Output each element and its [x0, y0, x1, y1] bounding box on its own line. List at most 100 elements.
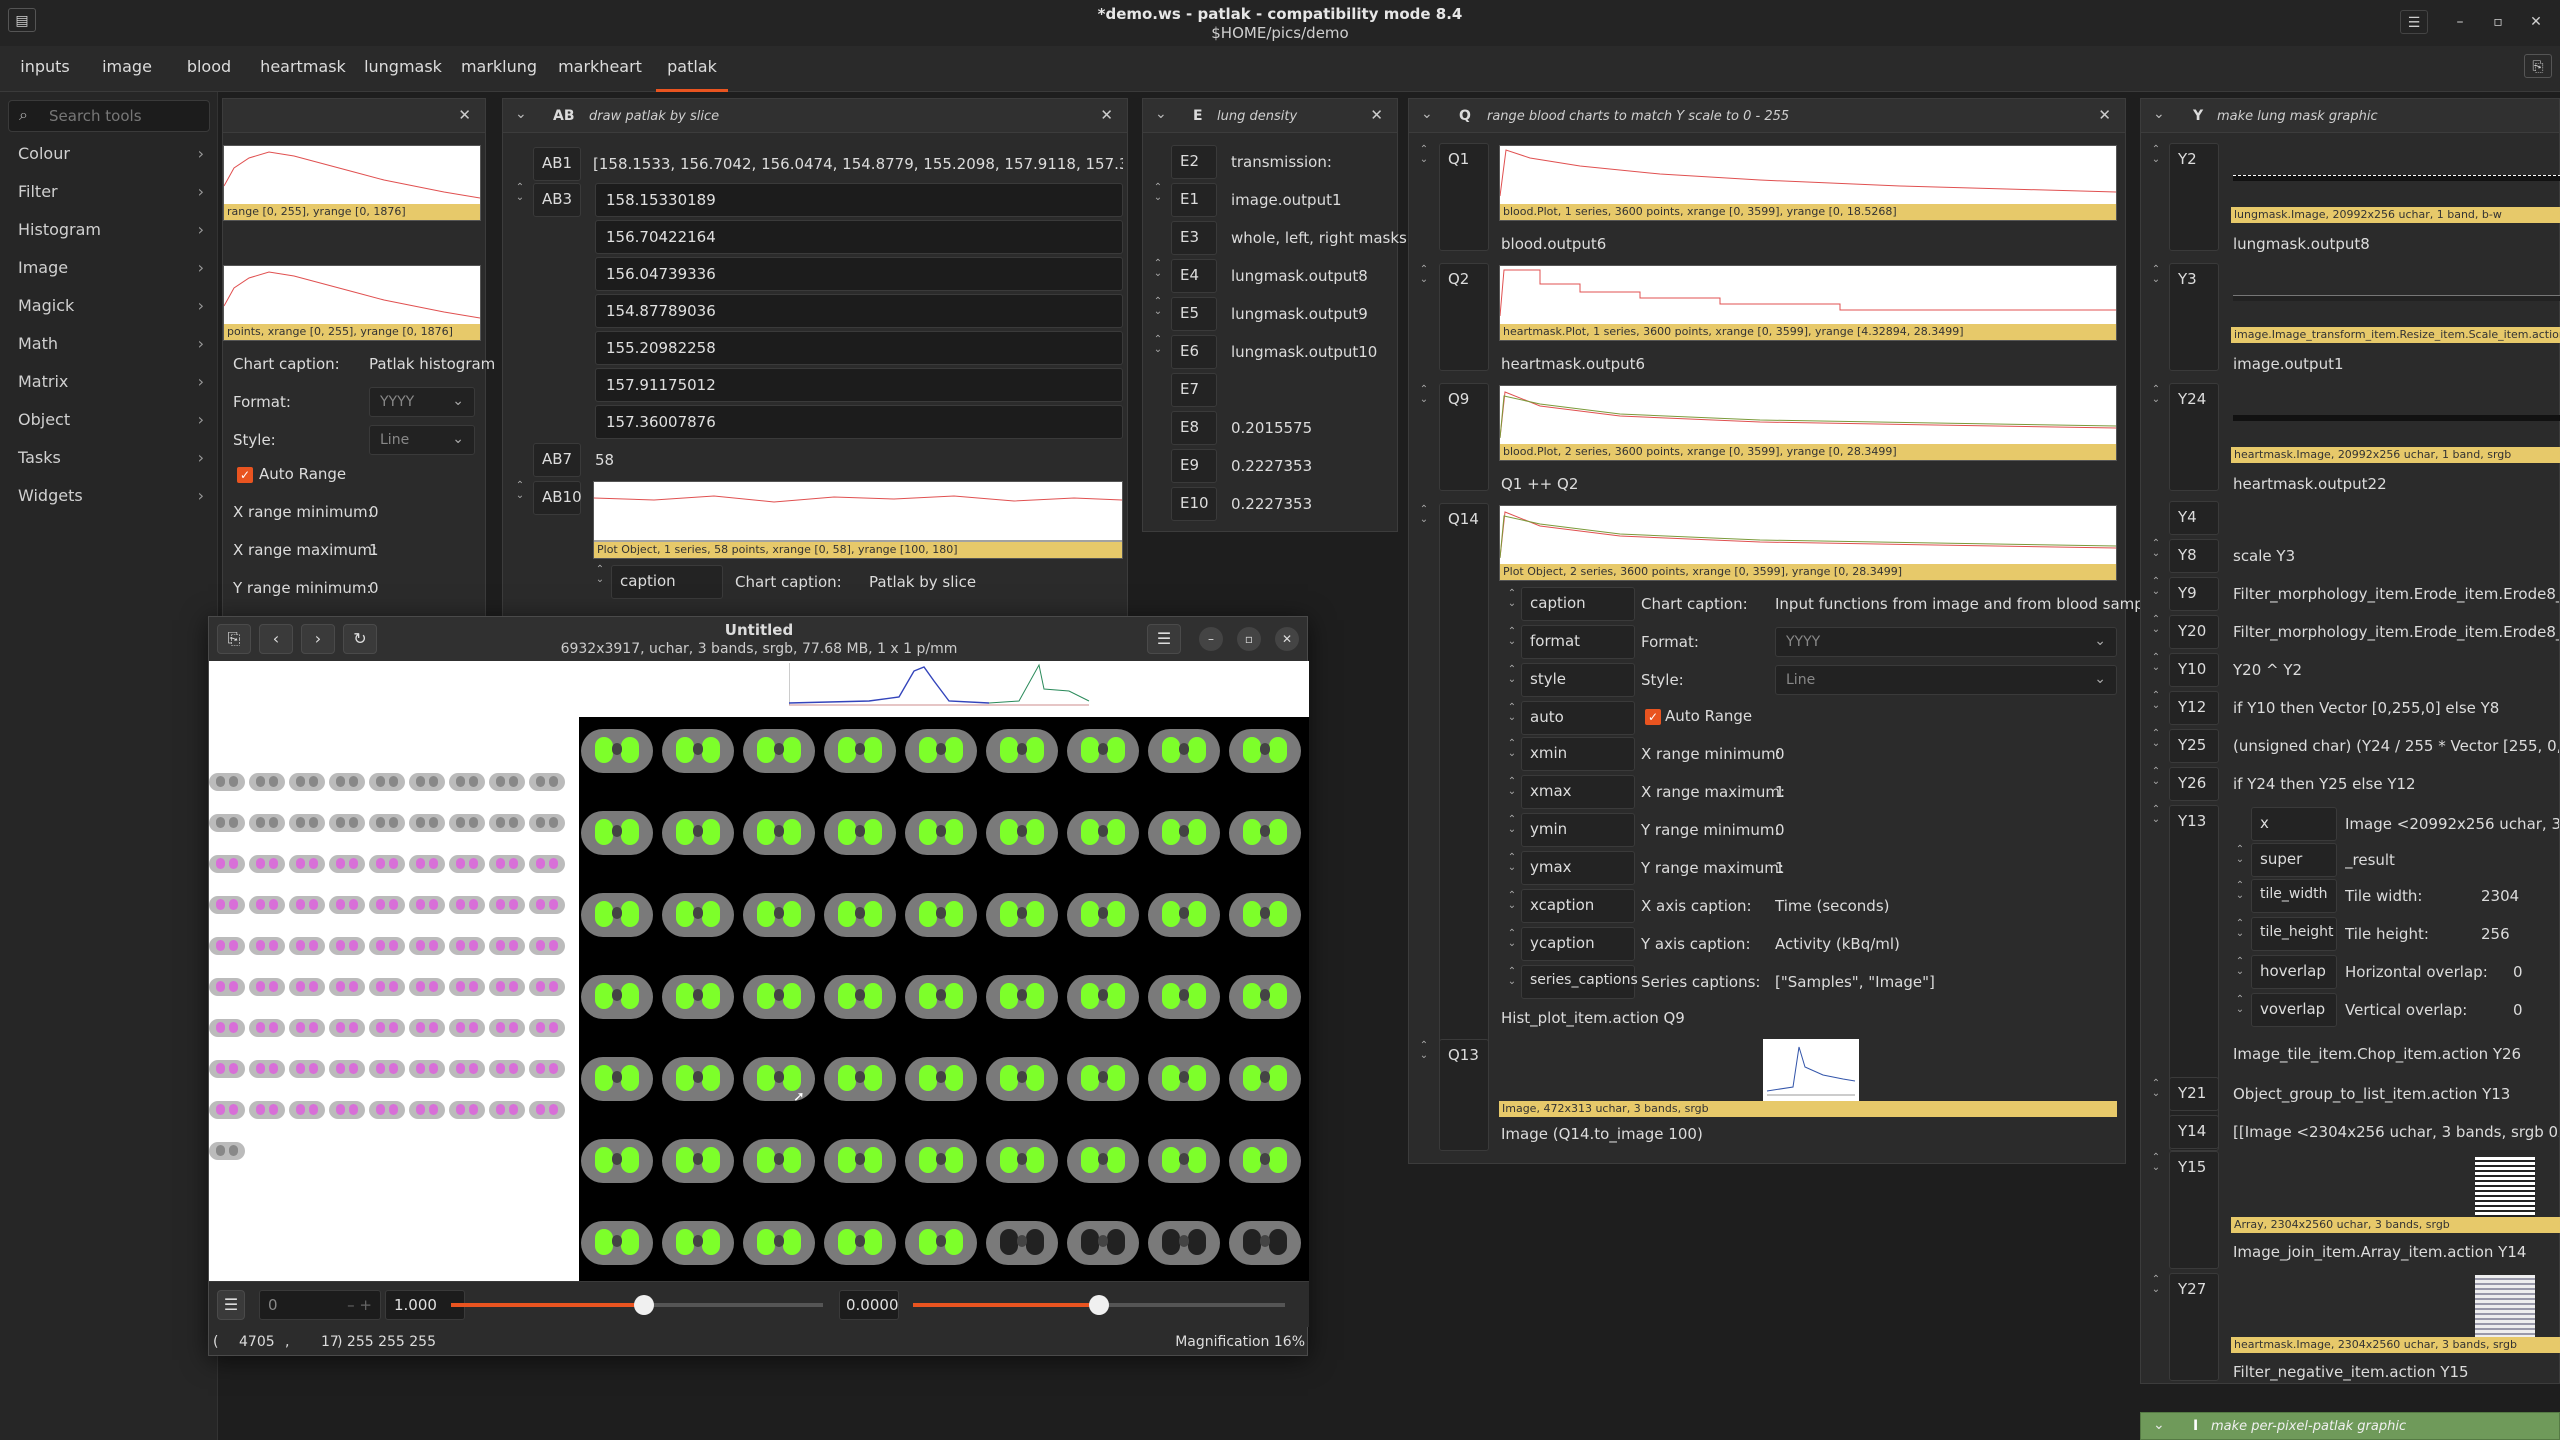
row-e2[interactable]: E2 — [1171, 145, 1217, 179]
close-icon[interactable]: ✕ — [1370, 106, 1383, 124]
row-y27[interactable]: Y27 — [2169, 1273, 2219, 1381]
column-caption[interactable]: range blood charts to match Y scale to 0… — [1487, 109, 1789, 124]
row-y20[interactable]: Y20 — [2169, 615, 2219, 649]
maximize-icon[interactable]: ▫ — [2484, 10, 2512, 34]
ab3-value-6[interactable]: 157.36007876 — [595, 405, 1123, 439]
close-icon[interactable]: ✕ — [2098, 106, 2111, 124]
row-q9[interactable]: Q9 — [1439, 383, 1489, 491]
row-y2[interactable]: Y2 — [2169, 143, 2219, 251]
column-caption[interactable]: make lung mask graphic — [2217, 109, 2378, 124]
xmax-value[interactable]: 1 — [1775, 783, 1785, 801]
y27-thumbnail[interactable] — [2475, 1275, 2535, 1337]
row-y8[interactable]: Y8 — [2169, 539, 2219, 573]
sidebar-item-filter[interactable]: Filter › — [0, 174, 218, 212]
caption-button[interactable]: caption — [611, 565, 723, 599]
row-y26[interactable]: Y26 — [2169, 767, 2219, 801]
row-y10[interactable]: Y10 — [2169, 653, 2219, 687]
row-e6[interactable]: E6 — [1171, 335, 1217, 369]
auto-button[interactable]: auto — [1521, 701, 1635, 735]
updown-icon[interactable]: ⌃ ⌄ — [1505, 739, 1519, 759]
updown-icon[interactable]: ⌃ ⌄ — [2149, 385, 2163, 405]
ab3-value-2[interactable]: 156.04739336 — [595, 257, 1123, 291]
updown-icon[interactable]: ⌃ ⌄ — [2233, 995, 2247, 1015]
row-y14[interactable]: Y14 — [2169, 1115, 2219, 1149]
ab3-value-5[interactable]: 157.91175012 — [595, 368, 1123, 402]
column-i[interactable]: ⌄ I make per-pixel-patlak graphic — [2140, 1412, 2560, 1440]
histogram-plot-2[interactable]: points, xrange [0, 255], yrange [0, 1876… — [223, 265, 481, 341]
ymin-value[interactable]: 0 — [369, 579, 379, 597]
tile-height-button[interactable]: tile_height — [2251, 917, 2337, 951]
chevron-down-icon[interactable]: ⌄ — [2153, 1417, 2165, 1433]
hamburger-icon[interactable]: ☰ — [1147, 624, 1181, 654]
y24-thumbnail[interactable] — [2233, 415, 2560, 421]
super-button[interactable]: super — [2251, 843, 2337, 877]
sidebar-item-colour[interactable]: Colour › — [0, 136, 218, 174]
xcaption-value[interactable]: Time (seconds) — [1775, 897, 1890, 915]
updown-icon[interactable]: ⌃ ⌄ — [1505, 777, 1519, 797]
hoverlap-value[interactable]: 0 — [2513, 963, 2523, 981]
chevron-down-icon[interactable]: ⌄ — [515, 106, 527, 122]
row-y15[interactable]: Y15 — [2169, 1151, 2219, 1269]
format-button[interactable]: format — [1521, 625, 1635, 659]
search-input[interactable]: Search tools — [49, 107, 142, 125]
row-e7[interactable]: E7 — [1171, 373, 1217, 407]
ab3-value-4[interactable]: 155.20982258 — [595, 331, 1123, 365]
close-icon[interactable]: ✕ — [1100, 106, 1113, 124]
series-captions-button[interactable]: series_captions — [1521, 965, 1638, 999]
x-button[interactable]: x — [2251, 807, 2337, 841]
format-select[interactable]: YYYY ⌄ — [1775, 627, 2117, 657]
chart-caption-value[interactable]: Patlak by slice — [869, 573, 976, 591]
minimize-icon[interactable]: – — [1199, 627, 1223, 651]
updown-icon[interactable]: ⌃ ⌄ — [2149, 1079, 2163, 1099]
close-icon[interactable]: ✕ — [458, 106, 471, 124]
updown-icon[interactable]: ⌃ ⌄ — [2149, 615, 2163, 635]
image-canvas[interactable]: ➚ — [209, 661, 1309, 1281]
q14-plot[interactable]: Plot Object, 2 series, 3600 points, xran… — [1499, 505, 2117, 581]
y15-thumbnail[interactable] — [2475, 1157, 2535, 1217]
tile-height-value[interactable]: 256 — [2481, 925, 2510, 943]
tab-image[interactable]: image — [96, 46, 158, 92]
voverlap-value[interactable]: 0 — [2513, 1001, 2523, 1019]
row-y25[interactable]: Y25 — [2169, 729, 2219, 763]
row-y21[interactable]: Y21 — [2169, 1077, 2219, 1111]
row-y3[interactable]: Y3 — [2169, 263, 2219, 371]
xcaption-button[interactable]: xcaption — [1521, 889, 1635, 923]
save-icon[interactable]: ⎘ — [2524, 54, 2552, 78]
updown-icon[interactable]: ⌃ ⌄ — [1505, 891, 1519, 911]
row-e4[interactable]: E4 — [1171, 259, 1217, 293]
page-field[interactable]: 0– + — [259, 1290, 381, 1320]
updown-icon[interactable]: ⌃ ⌄ — [1151, 297, 1165, 317]
scale-slider[interactable] — [451, 1295, 823, 1315]
histogram-plot[interactable]: range [0, 255], yrange [0, 1876] — [223, 145, 481, 221]
updown-icon[interactable]: ⌃ ⌄ — [513, 481, 527, 501]
updown-icon[interactable]: ⌃ ⌄ — [593, 565, 607, 585]
xmin-value[interactable]: 0 — [369, 503, 379, 521]
q2-plot[interactable]: heartmask.Plot, 1 series, 3600 points, x… — [1499, 265, 2117, 341]
chart-caption-value[interactable]: Input functions from image and from bloo… — [1775, 595, 2165, 613]
style-select[interactable]: Line ⌄ — [369, 425, 475, 455]
chart-caption-value[interactable]: Patlak histogram — [369, 355, 495, 373]
auto-range-checkbox[interactable]: ✓ — [237, 467, 253, 483]
updown-icon[interactable]: ⌃ ⌄ — [2149, 1153, 2163, 1173]
row-ab7[interactable]: AB7 — [533, 443, 581, 477]
y2-thumbnail[interactable] — [2233, 175, 2560, 181]
row-q2[interactable]: Q2 — [1439, 263, 1489, 371]
updown-icon[interactable]: ⌃ ⌄ — [1505, 929, 1519, 949]
tab-inputs[interactable]: inputs — [14, 46, 76, 92]
ab3-value-3[interactable]: 154.87789036 — [595, 294, 1123, 328]
offset-slider-knob[interactable] — [1089, 1295, 1109, 1315]
tile-width-value[interactable]: 2304 — [2481, 887, 2519, 905]
updown-icon[interactable]: ⌃ ⌄ — [1151, 183, 1165, 203]
q1-plot[interactable]: blood.Plot, 1 series, 3600 points, xrang… — [1499, 145, 2117, 221]
offset-field[interactable]: 0.0000 — [839, 1290, 899, 1320]
row-e5[interactable]: E5 — [1171, 297, 1217, 331]
xmin-value[interactable]: 0 — [1775, 745, 1785, 763]
tile-width-button[interactable]: tile_width — [2251, 879, 2337, 913]
ymin-value[interactable]: 0 — [1775, 821, 1785, 839]
voverlap-button[interactable]: voverlap — [2251, 993, 2337, 1027]
ymax-button[interactable]: ymax — [1521, 851, 1635, 885]
chevron-down-icon[interactable]: ⌄ — [1421, 106, 1433, 122]
updown-icon[interactable]: ⌃ ⌄ — [2149, 145, 2163, 165]
chevron-down-icon[interactable]: ⌄ — [1155, 106, 1167, 122]
patlak-slice-plot[interactable]: Plot Object, 1 series, 58 points, xrange… — [593, 481, 1123, 559]
